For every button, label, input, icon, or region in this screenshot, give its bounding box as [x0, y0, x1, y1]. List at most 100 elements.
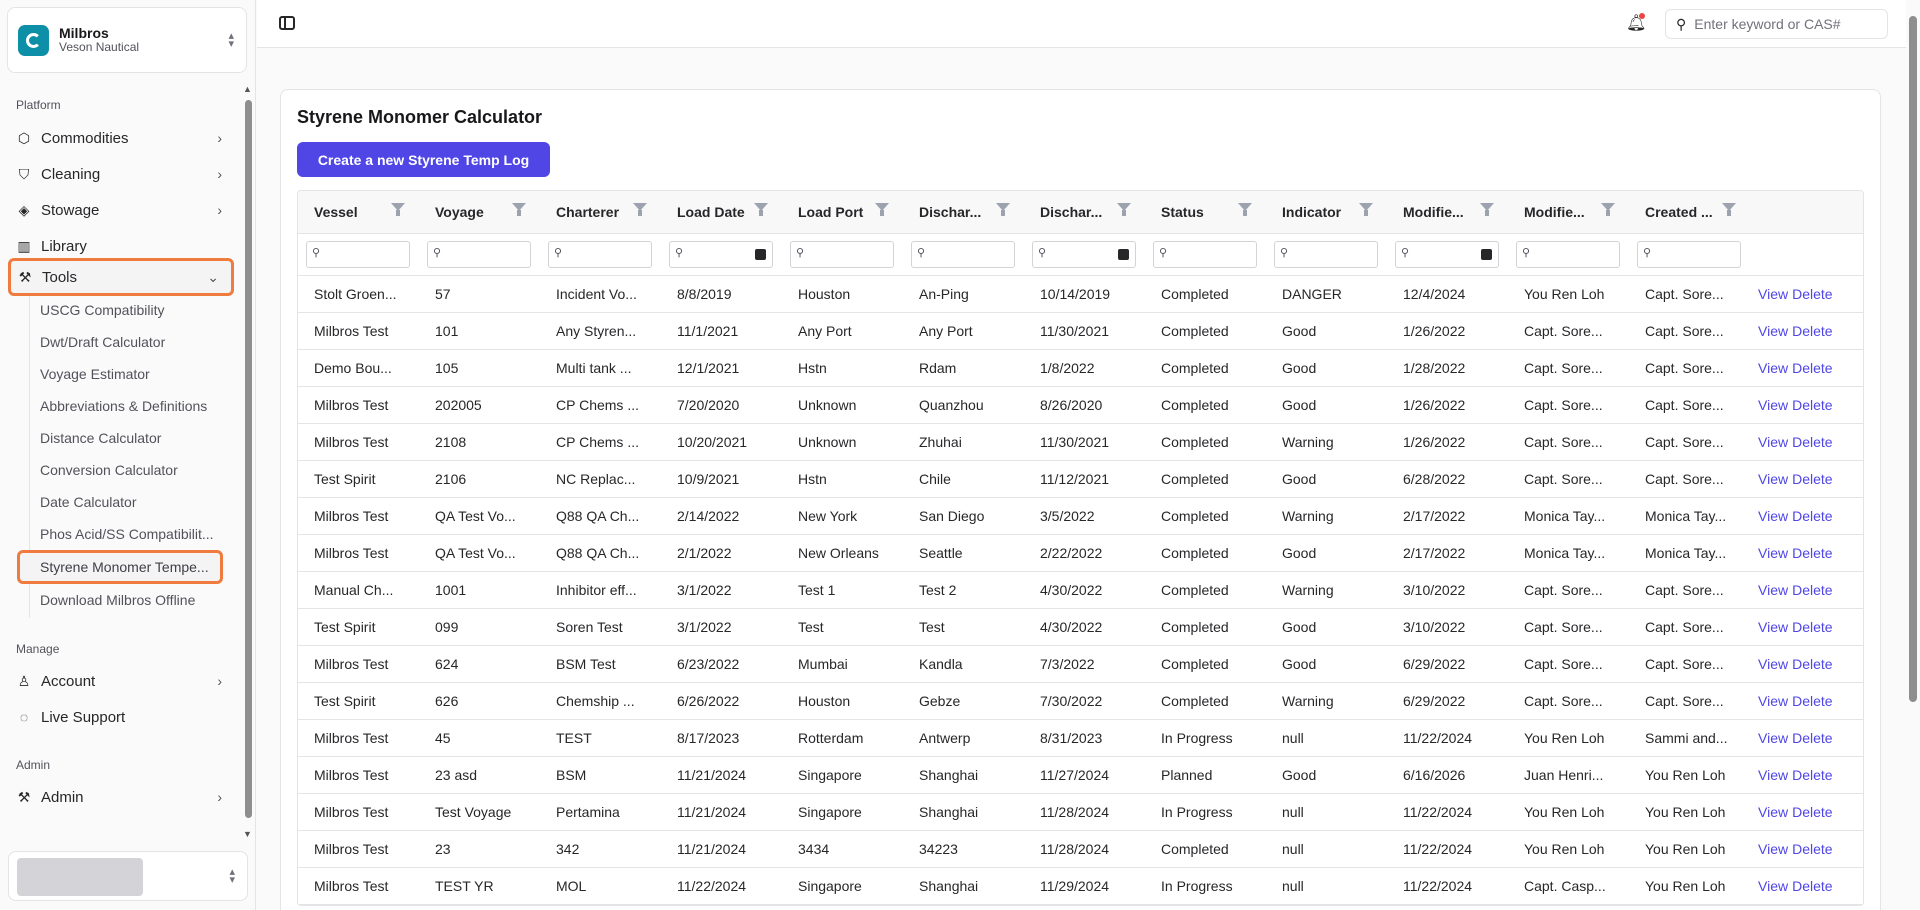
- column-header[interactable]: Status: [1145, 191, 1266, 233]
- delete-link[interactable]: Delete: [1792, 286, 1832, 302]
- column-header[interactable]: Modifie...: [1508, 191, 1629, 233]
- column-filter-input[interactable]: ⚲: [306, 241, 410, 268]
- sidebar-item-cleaning[interactable]: ⛉ Cleaning ›: [8, 158, 234, 190]
- submenu-item-phos-acid-compatibility[interactable]: Phos Acid/SS Compatibilit...: [40, 520, 230, 548]
- sidebar-item-stowage[interactable]: ◈ Stowage ›: [8, 194, 234, 226]
- column-filter-input[interactable]: ⚲: [1153, 241, 1257, 268]
- search-input[interactable]: [1694, 16, 1875, 32]
- sidebar-scrollbar-thumb[interactable]: [245, 100, 252, 818]
- column-filter-input[interactable]: ⚲: [548, 241, 652, 268]
- view-link[interactable]: View: [1758, 841, 1788, 857]
- column-header[interactable]: Modifie...: [1387, 191, 1508, 233]
- calendar-icon[interactable]: [755, 249, 766, 260]
- table-row[interactable]: Milbros Test 202005 CP Chems ... 7/20/2020 U…: [298, 387, 1863, 424]
- sidebar-item-commodities[interactable]: ⬡ Commodities ›: [8, 122, 234, 154]
- filter-funnel-icon[interactable]: [1359, 203, 1373, 216]
- delete-link[interactable]: Delete: [1792, 471, 1832, 487]
- table-row[interactable]: Test Spirit 099 Soren Test 3/1/2022 Test Test…: [298, 609, 1863, 646]
- table-row[interactable]: Manual Ch... 1001 Inhibitor eff... 3/1/2022…: [298, 572, 1863, 609]
- column-filter-input[interactable]: ⚲: [911, 241, 1015, 268]
- delete-link[interactable]: Delete: [1792, 508, 1832, 524]
- column-filter-input[interactable]: ⚲: [1395, 241, 1499, 268]
- submenu-item-date-calculator[interactable]: Date Calculator: [40, 488, 230, 516]
- submenu-item-dwt-draft-calculator[interactable]: Dwt/Draft Calculator: [40, 328, 230, 356]
- view-link[interactable]: View: [1758, 471, 1788, 487]
- delete-link[interactable]: Delete: [1792, 878, 1832, 894]
- sidebar-item-live-support[interactable]: ◌ Live Support: [8, 701, 234, 733]
- filter-funnel-icon[interactable]: [1722, 203, 1736, 216]
- delete-link[interactable]: Delete: [1792, 434, 1832, 450]
- calendar-icon[interactable]: [1481, 249, 1492, 260]
- column-header[interactable]: Load Date: [661, 191, 782, 233]
- sidebar-item-admin[interactable]: ⚒ Admin ›: [8, 781, 234, 813]
- org-switcher[interactable]: Milbros Veson Nautical ▴ ▾: [7, 7, 247, 73]
- view-link[interactable]: View: [1758, 508, 1788, 524]
- filter-funnel-icon[interactable]: [512, 203, 526, 216]
- delete-link[interactable]: Delete: [1792, 582, 1832, 598]
- column-filter-input[interactable]: ⚲: [1516, 241, 1620, 268]
- submenu-item-voyage-estimator[interactable]: Voyage Estimator: [40, 360, 230, 388]
- filter-funnel-icon[interactable]: [754, 203, 768, 216]
- delete-link[interactable]: Delete: [1792, 841, 1832, 857]
- sidebar-item-tools[interactable]: ⚒ Tools ⌄: [8, 258, 234, 296]
- column-filter-input[interactable]: ⚲: [427, 241, 531, 268]
- view-link[interactable]: View: [1758, 730, 1788, 746]
- delete-link[interactable]: Delete: [1792, 804, 1832, 820]
- global-search[interactable]: ⚲: [1665, 9, 1888, 39]
- view-link[interactable]: View: [1758, 545, 1788, 561]
- view-link[interactable]: View: [1758, 323, 1788, 339]
- submenu-item-download-offline[interactable]: Download Milbros Offline: [40, 586, 230, 614]
- submenu-item-styrene-monomer[interactable]: Styrene Monomer Tempe...: [17, 550, 223, 584]
- main-scrollbar-thumb[interactable]: [1909, 16, 1917, 702]
- delete-link[interactable]: Delete: [1792, 619, 1832, 635]
- view-link[interactable]: View: [1758, 767, 1788, 783]
- view-link[interactable]: View: [1758, 434, 1788, 450]
- delete-link[interactable]: Delete: [1792, 360, 1832, 376]
- filter-funnel-icon[interactable]: [633, 203, 647, 216]
- table-row[interactable]: Milbros Test Test Voyage Pertamina 11/21/20…: [298, 794, 1863, 831]
- table-row[interactable]: Milbros Test 45 TEST 8/17/2023 Rotterdam Antw…: [298, 720, 1863, 757]
- view-link[interactable]: View: [1758, 286, 1788, 302]
- column-filter-input[interactable]: ⚲: [1637, 241, 1741, 268]
- column-filter-input[interactable]: ⚲: [1274, 241, 1378, 268]
- table-row[interactable]: Milbros Test 101 Any Styren... 11/1/2021 Any…: [298, 313, 1863, 350]
- table-row[interactable]: Milbros Test 624 BSM Test 6/23/2022 Mumbai Ka…: [298, 646, 1863, 683]
- delete-link[interactable]: Delete: [1792, 730, 1832, 746]
- submenu-item-uscg-compatibility[interactable]: USCG Compatibility: [40, 296, 230, 324]
- column-header[interactable]: Dischar...: [903, 191, 1024, 233]
- filter-funnel-icon[interactable]: [1238, 203, 1252, 216]
- filter-funnel-icon[interactable]: [1117, 203, 1131, 216]
- view-link[interactable]: View: [1758, 619, 1788, 635]
- filter-funnel-icon[interactable]: [391, 203, 405, 216]
- submenu-item-distance-calculator[interactable]: Distance Calculator: [40, 424, 230, 452]
- column-header[interactable]: Load Port: [782, 191, 903, 233]
- column-header[interactable]: Created ...: [1629, 191, 1750, 233]
- view-link[interactable]: View: [1758, 397, 1788, 413]
- view-link[interactable]: View: [1758, 656, 1788, 672]
- view-link[interactable]: View: [1758, 804, 1788, 820]
- sidebar-toggle-icon[interactable]: [279, 16, 295, 30]
- delete-link[interactable]: Delete: [1792, 767, 1832, 783]
- table-row[interactable]: Test Spirit 626 Chemship ... 6/26/2022 Houst…: [298, 683, 1863, 720]
- scroll-up-arrow-icon[interactable]: ▲: [243, 84, 252, 94]
- submenu-item-conversion-calculator[interactable]: Conversion Calculator: [40, 456, 230, 484]
- view-link[interactable]: View: [1758, 360, 1788, 376]
- sidebar-item-account[interactable]: ♙ Account ›: [8, 665, 234, 697]
- column-filter-input[interactable]: ⚲: [1032, 241, 1136, 268]
- column-header[interactable]: Charterer: [540, 191, 661, 233]
- table-row[interactable]: Milbros Test QA Test Vo... Q88 QA Ch... 2/1…: [298, 498, 1863, 535]
- submenu-item-abbreviations[interactable]: Abbreviations & Definitions: [40, 392, 230, 420]
- calendar-icon[interactable]: [1118, 249, 1129, 260]
- column-header[interactable]: Vessel: [298, 191, 419, 233]
- delete-link[interactable]: Delete: [1792, 323, 1832, 339]
- view-link[interactable]: View: [1758, 693, 1788, 709]
- table-row[interactable]: Milbros Test 2108 CP Chems ... 10/20/2021 Un…: [298, 424, 1863, 461]
- table-row[interactable]: Stolt Groen... 57 Incident Vo... 8/8/2019 Ho…: [298, 276, 1863, 313]
- column-header[interactable]: Indicator: [1266, 191, 1387, 233]
- user-menu[interactable]: ▴ ▾: [8, 851, 248, 901]
- column-filter-input[interactable]: ⚲: [669, 241, 773, 268]
- table-row[interactable]: Milbros Test TEST YR MOL 11/22/2024 Singapor…: [298, 868, 1863, 905]
- delete-link[interactable]: Delete: [1792, 397, 1832, 413]
- delete-link[interactable]: Delete: [1792, 656, 1832, 672]
- filter-funnel-icon[interactable]: [1601, 203, 1615, 216]
